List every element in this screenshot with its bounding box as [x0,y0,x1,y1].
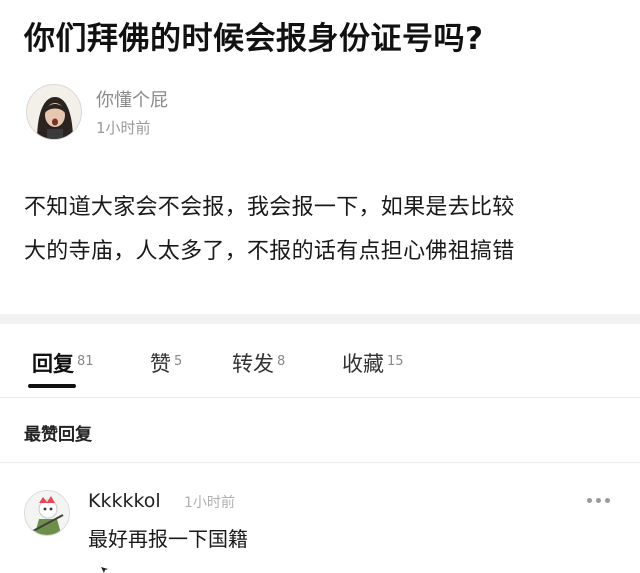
content-divider [0,314,640,324]
cursor-icon [101,567,108,573]
reply-text: 最好再报一下国籍 [88,527,248,551]
tab-reposts[interactable]: 转发 8 [232,348,285,378]
reply-author-name[interactable]: Kkkkkol [88,489,161,513]
author-name[interactable]: 你懂个屁 [96,90,168,112]
tab-likes[interactable]: 赞5 [150,348,182,378]
section-title: 最赞回复 [24,425,92,445]
tab-count: 81 [77,353,94,369]
reply-time: 1小时前 [184,495,235,511]
post-time: 1小时前 [96,119,151,137]
reply-avatar[interactable] [24,490,70,536]
tabs-divider [0,397,640,398]
post-body-line: 大的寺庙，人太多了，不报的话有点担心佛祖搞错 [24,239,515,264]
interaction-tabs: 回复 81 赞5 转发 8 收藏 15 [0,340,640,396]
tab-count: 5 [174,353,183,369]
tab-count: 8 [277,353,286,369]
tab-replies[interactable]: 回复 81 [32,348,94,378]
more-dots-icon[interactable] [584,492,614,510]
tab-label: 回复 [32,352,74,376]
author-avatar-image [27,85,81,139]
tab-label: 赞 [150,352,171,376]
post-title: 你们拜佛的时候会报身份证号吗? [24,21,484,57]
author-avatar[interactable] [26,84,82,140]
tab-favorites[interactable]: 收藏 15 [342,348,404,378]
active-tab-indicator [28,384,76,388]
post-body-line: 不知道大家会不会报，我会报一下，如果是去比较 [24,195,515,220]
post-body: 不知道大家会不会报，我会报一下，如果是去比较 大的寺庙，人太多了，不报的话有点担… [24,186,620,274]
tab-label: 转发 [232,352,274,376]
dot [605,498,610,503]
dot [587,498,592,503]
section-divider [0,462,640,463]
tab-label: 收藏 [342,352,384,376]
reply-avatar-image [25,491,69,535]
dot [596,498,601,503]
tab-count: 15 [387,353,404,369]
